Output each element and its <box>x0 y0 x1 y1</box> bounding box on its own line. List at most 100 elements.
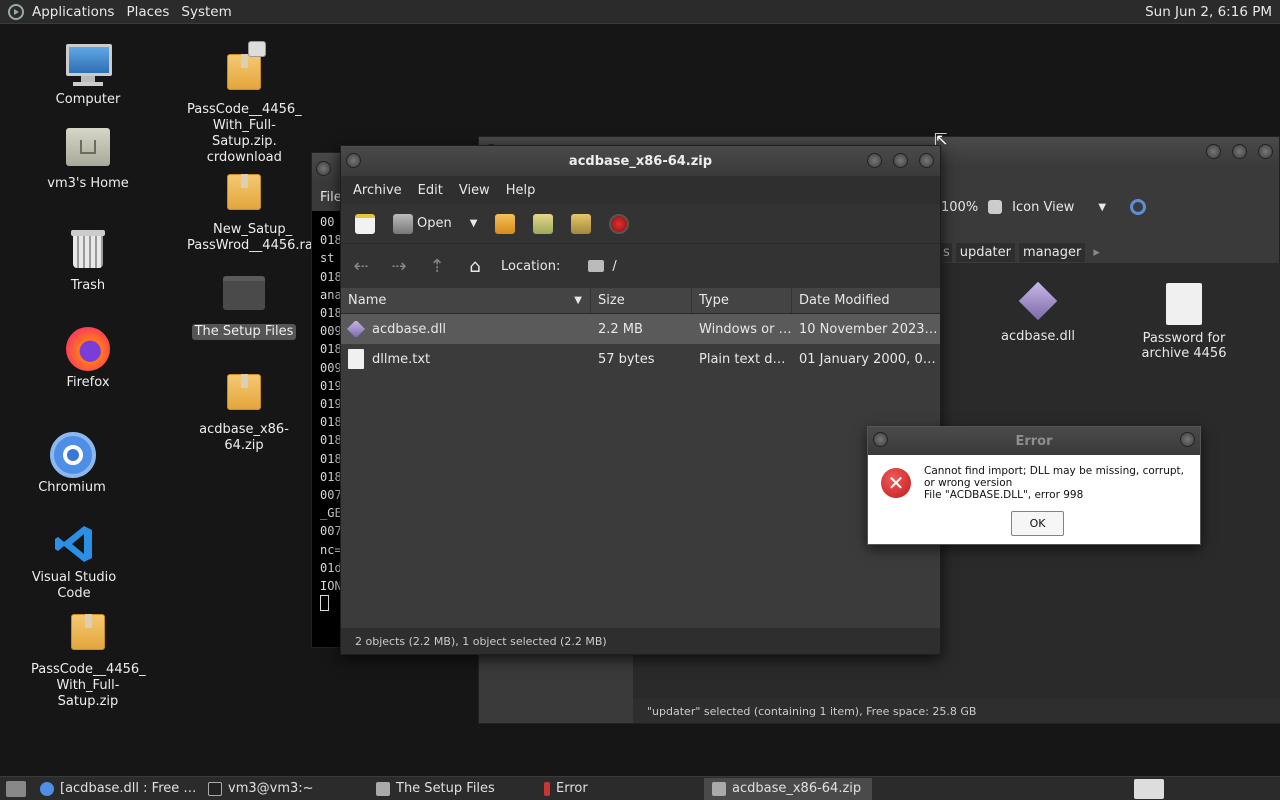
task-item[interactable]: [acdbase.dll : Free … <box>32 778 200 800</box>
zoom-level: 100% <box>941 199 979 215</box>
chromium-icon <box>50 432 96 478</box>
task-item[interactable]: The Setup Files <box>368 778 536 800</box>
column-date[interactable]: Date Modified <box>792 288 940 313</box>
file-item-label: acdbase.dll <box>1001 329 1075 344</box>
view-mode-select[interactable]: Icon View <box>1012 200 1074 215</box>
folder-icon <box>376 781 390 796</box>
desktop-icon-label: Visual Studio Code <box>31 570 117 601</box>
resize-cursor-icon: ⇱ <box>934 130 948 149</box>
location-label: Location: <box>501 258 561 274</box>
menu-help[interactable]: Help <box>498 183 544 198</box>
new-archive-button[interactable] <box>349 211 381 237</box>
home-icon[interactable]: ⌂ <box>463 256 487 277</box>
wine-icon <box>544 781 550 796</box>
applications-menu[interactable]: Applications <box>26 0 120 24</box>
file-manager-toolbar: 100% Icon View ▼ <box>941 199 1147 215</box>
task-item[interactable]: vm3@vm3:~ <box>200 778 368 800</box>
desktop-icon-rar[interactable]: New_Satup_ PassWrod__4456.rar <box>184 170 318 254</box>
desktop-icon-vscode[interactable]: Visual Studio Code <box>14 522 134 602</box>
distro-logo-icon[interactable] <box>8 3 24 20</box>
workspace-switcher-icon[interactable] <box>1134 778 1164 799</box>
column-name[interactable]: Name ▼ <box>341 288 591 313</box>
desktop-icon-crdownload[interactable]: PassCode__4456_ With_Full-Satup.zip. crd… <box>184 41 304 166</box>
file-list-header: Name ▼ Size Type Date Modified <box>341 288 940 314</box>
archive-toolbar: Open ▼ <box>341 204 940 244</box>
dll-file-icon <box>346 321 366 337</box>
forward-arrow-icon[interactable]: ⇢ <box>387 256 411 277</box>
close-button[interactable] <box>919 153 934 168</box>
desktop-icon-label: Firefox <box>66 375 110 390</box>
terminal-cursor <box>320 595 329 612</box>
minimize-button[interactable] <box>1206 144 1221 159</box>
desktop-icon-home[interactable]: vm3's Home <box>28 128 148 192</box>
desktop-icon-zip[interactable]: PassCode__4456_ With_Full-Satup.zip <box>28 610 148 710</box>
desktop-icon-computer[interactable]: Computer <box>28 44 148 108</box>
window-menu-button[interactable] <box>316 161 331 176</box>
system-menu[interactable]: System <box>175 0 237 24</box>
dialog-message-line: Cannot find import; DLL may be missing, … <box>924 465 1184 489</box>
dialog-titlebar[interactable]: Error <box>868 427 1200 455</box>
close-button[interactable] <box>1258 144 1273 159</box>
path-segment-updater[interactable]: updater <box>955 243 1015 262</box>
task-item[interactable]: Error <box>536 778 704 800</box>
archive-titlebar[interactable]: acdbase_x86-64.zip <box>341 146 940 176</box>
file-item-password[interactable]: Password for archive 4456 <box>1119 283 1249 361</box>
path-segment-manager[interactable]: manager <box>1018 243 1086 262</box>
archive-manager-window[interactable]: acdbase_x86-64.zip Archive Edit View Hel… <box>340 145 941 655</box>
desktop-icon-label: Trash <box>70 278 106 293</box>
open-dropdown-button[interactable]: ▼ <box>464 211 484 237</box>
path-forward-icon[interactable]: ▸ <box>1089 243 1104 262</box>
maximize-button[interactable] <box>893 153 908 168</box>
add-files-button[interactable] <box>527 211 559 237</box>
task-label: acdbase_x86-64.zip <box>732 781 862 796</box>
places-menu[interactable]: Places <box>120 0 175 24</box>
add-folder-button[interactable] <box>565 211 597 237</box>
add-files-icon <box>533 213 554 234</box>
location-field[interactable]: Location: / <box>501 253 940 279</box>
file-type: Windows or … <box>699 321 792 337</box>
error-dialog[interactable]: Error ✕ Cannot find import; DLL may be m… <box>867 426 1201 545</box>
path-segment-partial[interactable]: s <box>941 243 952 262</box>
extract-button[interactable] <box>489 211 521 237</box>
clock[interactable]: Sun Jun 2, 6:16 PM <box>1145 4 1280 20</box>
desktop-icon-setup-folder[interactable]: The Setup Files <box>184 270 304 340</box>
column-type[interactable]: Type <box>692 288 792 313</box>
desktop-icon-chromium[interactable]: Chromium <box>12 432 132 496</box>
task-label: [acdbase.dll : Free … <box>60 781 197 796</box>
window-menu-button[interactable] <box>873 432 888 447</box>
open-button[interactable]: Open <box>387 211 458 237</box>
desktop-icon-trash[interactable]: Trash <box>28 228 148 294</box>
close-button[interactable] <box>1180 432 1195 447</box>
maximize-button[interactable] <box>1232 144 1247 159</box>
minimize-button[interactable] <box>867 153 882 168</box>
search-icon[interactable] <box>1130 199 1147 215</box>
up-arrow-icon[interactable]: ⇡ <box>425 256 449 277</box>
zoom-reset-icon[interactable] <box>988 200 1003 214</box>
task-item[interactable]: acdbase_x86-64.zip <box>704 777 872 800</box>
stop-button[interactable] <box>603 211 635 237</box>
text-file-icon <box>348 349 364 369</box>
desktop-icon-label: Computer <box>55 92 121 107</box>
ok-button[interactable]: OK <box>1011 511 1064 536</box>
menu-archive[interactable]: Archive <box>345 183 410 198</box>
column-size[interactable]: Size <box>591 288 692 313</box>
file-row[interactable]: dllme.txt 57 bytes Plain text do… 01 Jan… <box>341 344 940 374</box>
show-desktop-icon[interactable] <box>6 780 26 797</box>
back-arrow-icon[interactable]: ⇠ <box>349 256 373 277</box>
menu-edit[interactable]: Edit <box>410 183 451 198</box>
archive-icon <box>222 374 266 418</box>
menu-view[interactable]: View <box>451 183 498 198</box>
archive-icon <box>66 614 110 658</box>
open-folder-icon <box>393 213 413 234</box>
task-label: Error <box>556 781 588 796</box>
home-folder-icon <box>66 128 110 172</box>
desktop-icon-firefox[interactable]: Firefox <box>28 327 148 391</box>
lock-icon <box>248 41 266 57</box>
chevron-down-icon[interactable]: ▼ <box>1098 202 1106 213</box>
window-menu-button[interactable] <box>346 153 361 168</box>
desktop-icon-acdbase-zip[interactable]: acdbase_x86-64.zip <box>184 370 304 454</box>
file-item-dll[interactable]: acdbase.dll <box>973 281 1103 344</box>
new-archive-icon <box>355 213 375 234</box>
file-date: 01 January 2000, 00:00 <box>799 351 940 367</box>
file-row[interactable]: acdbase.dll 2.2 MB Windows or … 10 Novem… <box>341 314 940 344</box>
